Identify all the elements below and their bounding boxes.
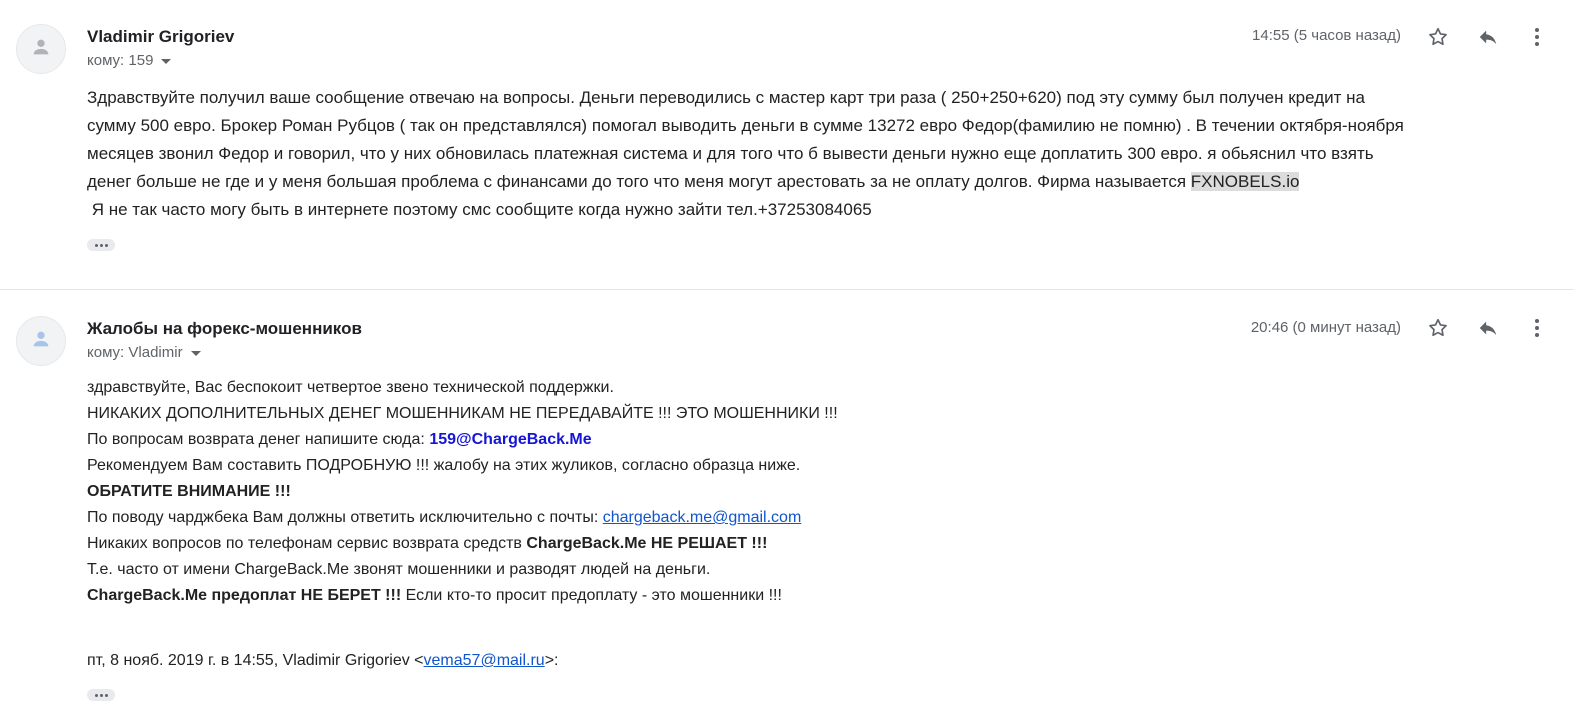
sender-name[interactable]: Vladimir Grigoriev	[87, 27, 234, 47]
body-line: Т.е. часто от имени ChargeBack.Me звонят…	[87, 561, 711, 578]
body-line-text: По поводу чарджбека Вам должны ответить …	[87, 509, 603, 526]
body-line: НИКАКИХ ДОПОЛНИТЕЛЬНЫХ ДЕНЕГ МОШЕННИКАМ …	[87, 405, 838, 422]
person-icon	[30, 36, 52, 63]
person-icon	[30, 328, 52, 355]
message-body: здравствуйте, Вас беспокоит четвертое зв…	[87, 375, 838, 609]
message-time: 20:46 (0 минут назад)	[1250, 319, 1401, 336]
chevron-down-icon	[161, 59, 172, 64]
body-line: месяцев звонил Федор и говорил, что у ни…	[87, 144, 1374, 163]
quoted-header: пт, 8 нояб. 2019 г. в 14:55, Vladimir Gr…	[87, 648, 559, 674]
body-line: здравствуйте, Вас беспокоит четвертое зв…	[87, 379, 614, 396]
sender-avatar[interactable]	[16, 316, 66, 366]
body-line: денег больше не где и у меня большая про…	[87, 168, 1404, 196]
body-bold-text: ChargeBack.Me НЕ РЕШАЕТ !!!	[526, 535, 768, 552]
body-line: По поводу чарджбека Вам должны ответить …	[87, 505, 838, 531]
show-trimmed-content-button[interactable]	[87, 689, 115, 701]
body-line: По вопросам возврата денег напишите сюда…	[87, 427, 838, 453]
chargeback-email-link[interactable]: chargeback.me@gmail.com	[603, 509, 802, 526]
attention-heading: ОБРАТИТЕ ВНИМАНИЕ !!!	[87, 483, 291, 500]
quote-suffix: >:	[544, 652, 559, 669]
sender-avatar[interactable]	[16, 24, 66, 74]
star-icon[interactable]	[1423, 22, 1453, 52]
reply-icon[interactable]	[1473, 313, 1503, 343]
quote-prefix: пт, 8 нояб. 2019 г. в 14:55, Vladimir Gr…	[87, 652, 424, 669]
more-vertical-icon[interactable]	[1522, 313, 1552, 343]
message-divider	[0, 289, 1574, 290]
support-email-link[interactable]: 159@ChargeBack.Me	[429, 431, 591, 448]
star-icon[interactable]	[1423, 313, 1453, 343]
body-line-text: По вопросам возврата денег напишите сюда…	[87, 431, 430, 448]
body-line: ОБРАТИТЕ ВНИМАНИЕ !!!	[87, 479, 838, 505]
more-vertical-icon[interactable]	[1522, 22, 1552, 52]
body-line: Здравствуйте получил ваше сообщение отве…	[87, 88, 1365, 107]
recipient-label: кому: 159	[87, 52, 154, 69]
message-body: Здравствуйте получил ваше сообщение отве…	[87, 84, 1404, 224]
body-line-text: денег больше не где и у меня большая про…	[87, 172, 1191, 191]
body-bold-text: ChargeBack.Me предоплат НЕ БЕРЕТ !!!	[87, 587, 402, 604]
reply-icon[interactable]	[1473, 22, 1503, 52]
body-line: Я не так часто могу быть в интернете поэ…	[87, 200, 872, 219]
body-line-text: Никаких вопросов по телефонам сервис воз…	[87, 535, 527, 552]
recipient-dropdown[interactable]: кому: Vladimir	[87, 344, 201, 361]
recipient-dropdown[interactable]: кому: 159	[87, 52, 172, 69]
recipient-label: кому: Vladimir	[87, 344, 183, 361]
body-line-text: Если кто-то просит предоплату - это моше…	[401, 587, 782, 604]
message-time: 14:55 (5 часов назад)	[1252, 27, 1401, 44]
show-trimmed-content-button[interactable]	[87, 239, 115, 251]
body-line: сумму 500 евро. Брокер Роман Рубцов ( та…	[87, 116, 1404, 135]
quote-email-link[interactable]: vema57@mail.ru	[424, 652, 545, 669]
chevron-down-icon	[190, 351, 201, 356]
body-line: Рекомендуем Вам составить ПОДРОБНУЮ !!! …	[87, 457, 801, 474]
body-line: Никаких вопросов по телефонам сервис воз…	[87, 531, 838, 557]
body-line: ChargeBack.Me предоплат НЕ БЕРЕТ !!! Есл…	[87, 583, 838, 609]
highlighted-company-name: FXNOBELS.io	[1190, 172, 1300, 191]
sender-name[interactable]: Жалобы на форекс-мошенников	[87, 319, 362, 339]
